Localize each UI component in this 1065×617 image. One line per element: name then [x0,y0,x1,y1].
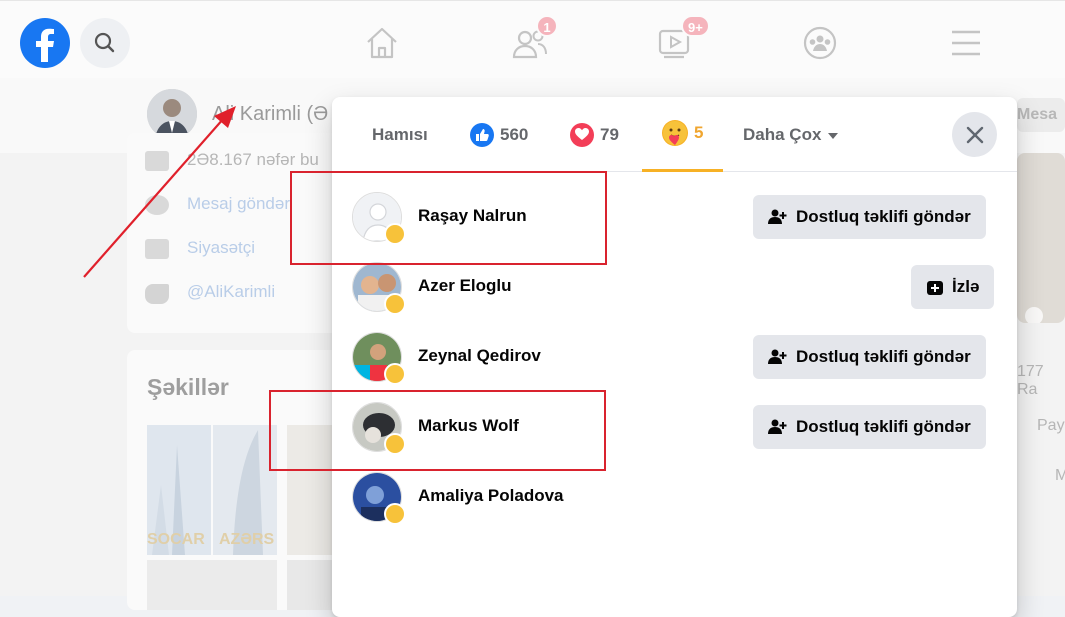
care-reaction-icon [384,363,406,385]
home-icon[interactable] [362,23,402,63]
intro-category-text[interactable]: Siyasətçi [187,238,255,257]
profile-avatar[interactable] [147,89,197,139]
groups-icon[interactable] [800,23,840,63]
tab-all[interactable]: Hamısı [372,97,428,172]
reactor-name[interactable]: Amaliya Poladova [418,486,564,506]
friends-badge: 1 [536,15,558,37]
like-count: 560 [500,124,529,144]
add-friend-button[interactable]: Dostluq təklifi göndər [753,195,986,239]
add-friend-label: Dostluq təklifi göndər [796,207,971,226]
follow-button[interactable]: İzlə [911,265,995,309]
top-navigation-bar: 1 9+ [0,0,1065,78]
photo-label: SOCAR [147,531,205,548]
care-reaction-icon [384,503,406,525]
search-icon[interactable] [80,18,130,68]
intro-send-message[interactable]: Mesaj göndər [145,194,290,215]
follow-icon [927,281,943,295]
intro-twitter[interactable]: @AliKarimli [145,282,275,304]
profile-name[interactable]: Ali Karimli (Ə [212,103,328,126]
photo-label: AZƏRS [219,531,275,548]
photos-card: Şəkillər SOCAR AZƏRS [127,350,357,610]
care-count: 5 [694,123,704,142]
more-label-ghost: M [1055,467,1065,484]
intro-twitter-text[interactable]: @AliKarimli [187,282,275,301]
highlight-box [290,171,607,265]
intro-followers-text: 2Ə8.167 nəfər bu [187,150,319,169]
close-icon[interactable] [952,112,997,157]
photo-thumbnail[interactable]: AZƏRS [213,425,277,555]
photos-title[interactable]: Şəkillər [147,374,229,401]
checkbox-icon [145,151,169,171]
highlight-box [269,390,606,471]
tab-like[interactable]: 560 [470,97,528,172]
twitter-icon [145,284,169,304]
tab-more-label: Daha Çox [743,124,822,144]
add-friend-icon [768,209,787,224]
watch-badge: 9+ [681,15,710,37]
love-reaction-icon [570,122,594,147]
tab-all-label: Hamısı [372,124,428,144]
care-reaction-icon [384,293,406,315]
add-friend-icon [768,419,787,434]
reactions-count-ghost: 177 Ra [1017,363,1044,398]
share-label-ghost[interactable]: Pay [1037,417,1065,435]
tab-love[interactable]: 79 [570,97,619,172]
add-friend-button[interactable]: Dostluq təklifi göndər [753,405,986,449]
add-friend-button[interactable]: Dostluq təklifi göndər [753,335,986,379]
love-count: 79 [600,124,619,144]
message-button-ghost[interactable]: Mesa [1017,98,1065,132]
reactor-row[interactable]: Amaliya Poladova [332,462,1017,532]
caret-down-icon [827,125,839,145]
follow-label: İzlə [952,277,980,296]
add-friend-label: Dostluq təklifi göndər [796,347,971,366]
tab-more[interactable]: Daha Çox [743,97,839,172]
intro-category[interactable]: Siyasətçi [145,238,255,259]
menu-icon[interactable] [946,23,986,63]
reactor-row[interactable]: Zeynal Qedirov Dostluq təklifi göndər [332,322,1017,392]
add-friend-label: Dostluq təklifi göndər [796,417,971,436]
post-image-ghost [1017,153,1065,325]
facebook-logo-icon[interactable] [20,18,70,68]
reactor-name[interactable]: Azer Eloglu [418,276,512,296]
briefcase-icon [145,239,169,259]
message-button-label: Mesa [1017,106,1058,123]
messenger-icon [145,195,169,215]
tab-care[interactable]: 5 [642,97,724,172]
like-reaction-icon [470,122,494,147]
reactor-name[interactable]: Zeynal Qedirov [418,346,541,366]
care-reaction-icon [662,120,688,146]
photo-thumbnail[interactable] [147,560,277,610]
reaction-tabs: Hamısı 560 79 5 Daha Çox [332,97,1017,172]
intro-send-message-text[interactable]: Mesaj göndər [187,194,290,213]
add-friend-icon [768,349,787,364]
photo-thumbnail[interactable]: SOCAR [147,425,211,555]
intro-followers: 2Ə8.167 nəfər bu [145,150,319,171]
